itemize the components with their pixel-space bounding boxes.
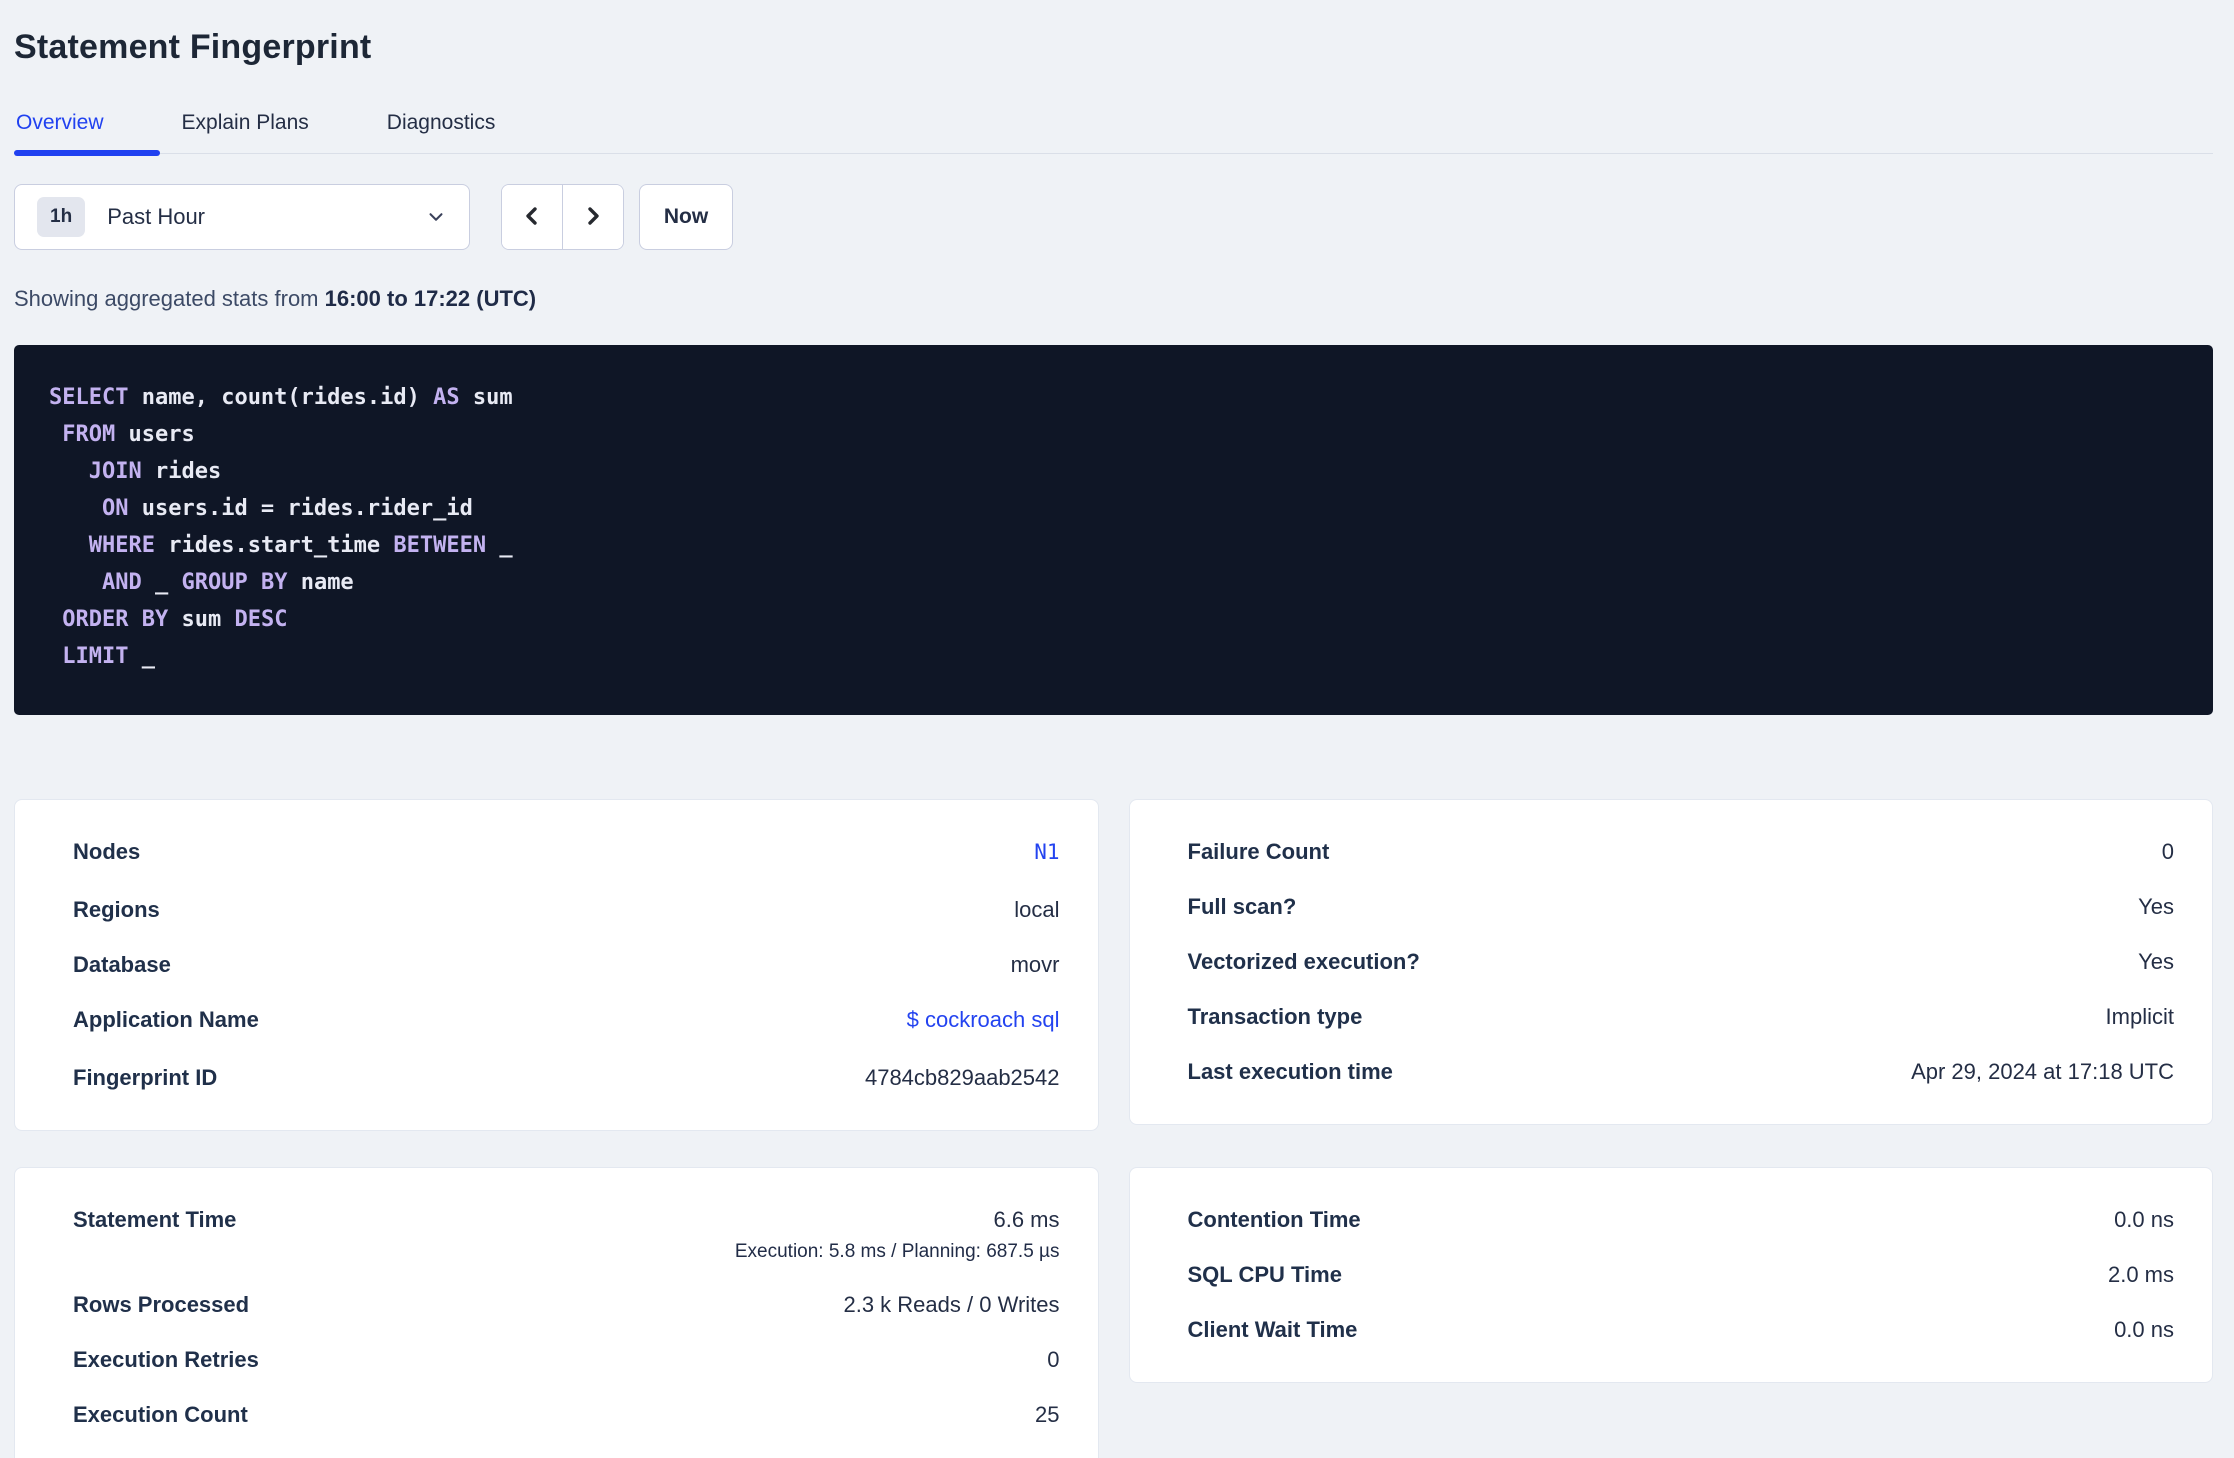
sql-line: FROM users — [62, 422, 195, 447]
summary-row: Full scan? Yes — [1188, 879, 2175, 934]
row-value: Apr 29, 2024 at 17:18 UTC — [1911, 1059, 2174, 1084]
time-step-buttons — [501, 184, 624, 250]
prev-time-button[interactable] — [502, 185, 563, 249]
row-label: Client Wait Time — [1187, 1317, 1358, 1342]
row-label: Execution Count — [73, 1402, 248, 1427]
summary-row: Fingerprint ID 4784cb829aab2542 — [73, 1050, 1060, 1105]
chevron-right-icon — [581, 202, 605, 233]
sql-line: JOIN rides — [88, 459, 222, 484]
sql-line: AND _ GROUP BY name — [101, 570, 354, 595]
next-time-button[interactable] — [563, 185, 623, 249]
row-label: Nodes — [73, 839, 141, 864]
row-value: 25 — [1035, 1402, 1060, 1427]
row-label: Transaction type — [1187, 1004, 1363, 1029]
time-controls: 1h Past Hour Now — [14, 184, 2213, 250]
row-value: 2.3 k Reads / 0 Writes — [843, 1292, 1060, 1317]
row-label: Fingerprint ID — [73, 1065, 218, 1090]
now-button[interactable]: Now — [639, 184, 733, 250]
time-range-dropdown[interactable]: 1h Past Hour — [14, 184, 470, 250]
row-value: 6.6 ms — [993, 1207, 1060, 1232]
row-value: local — [1014, 897, 1060, 922]
summary-row: Vectorized execution? Yes — [1188, 934, 2175, 989]
row-subvalue: Execution: 5.8 ms / Planning: 687.5 µs — [734, 1241, 1060, 1262]
row-value: Yes — [2138, 949, 2174, 974]
statement-fingerprint-page: Statement Fingerprint Overview Explain Pl… — [0, 0, 2234, 1458]
page-title: Statement Fingerprint — [14, 28, 372, 66]
summary-row: Contention Time 0.0 ns — [1188, 1192, 2175, 1247]
row-label: Regions — [73, 897, 160, 922]
stats-caption-prefix: Showing aggregated stats from — [14, 286, 325, 311]
row-label: Vectorized execution? — [1187, 949, 1420, 974]
summary-row: Application Name $ cockroach sql — [73, 992, 1060, 1050]
row-label: Execution Retries — [73, 1347, 259, 1372]
row-value: 0.0 ns — [2114, 1207, 2174, 1232]
sql-line: SELECT name, count(rides.id) AS sum — [49, 385, 513, 410]
summary-row: Last execution time Apr 29, 2024 at 17:18… — [1188, 1044, 2175, 1099]
row-label: Contention Time — [1187, 1207, 1361, 1232]
summary-row: Execution Count 25 — [73, 1387, 1060, 1442]
sql-line: ORDER BY sum DESC — [62, 607, 288, 632]
row-label: SQL CPU Time — [1187, 1262, 1342, 1287]
summary-row: Rows Processed 2.3 k Reads / 0 Writes — [73, 1277, 1060, 1332]
sql-line: ON users.id = rides.rider_id — [101, 496, 473, 521]
execution-attributes-card: Failure Count 0 Full scan? Yes Vectorized ex… — [1128, 799, 2213, 1125]
tab-overview[interactable]: Overview — [14, 103, 160, 156]
time-range-badge: 1h — [37, 197, 86, 237]
tab-bar: Overview Explain Plans Diagnostics — [14, 103, 2213, 156]
summary-row: Database movr — [73, 937, 1060, 992]
summary-row: Failure Count 0 — [1188, 824, 2175, 879]
summary-row: Nodes N1 — [73, 824, 1060, 882]
row-value: 0 — [2161, 839, 2174, 864]
summary-row: Execution Retries 0 — [73, 1332, 1060, 1387]
row-value: Yes — [2138, 894, 2174, 919]
summary-row: Client Wait Time 0.0 ns — [1188, 1302, 2175, 1357]
sql-line: WHERE rides.start_time BETWEEN _ — [88, 533, 513, 558]
summary-row: Transaction type Implicit — [1188, 989, 2175, 1044]
stats-caption-range: 16:00 to 17:22 (UTC) — [324, 286, 537, 311]
row-value: 4784cb829aab2542 — [864, 1065, 1060, 1090]
row-value-link[interactable]: $ cockroach sql — [907, 1007, 1060, 1032]
row-label: Statement Time — [73, 1207, 237, 1232]
overview-details-card: Nodes N1 Regions local Database movr Applicati… — [14, 799, 1099, 1131]
row-label: Failure Count — [1187, 839, 1330, 864]
tab-diagnostics[interactable]: Diagnostics — [385, 103, 552, 153]
row-value-link[interactable]: N1 — [1034, 840, 1059, 864]
stats-caption: Showing aggregated stats from 16:00 to 1… — [14, 286, 2213, 312]
sql-statement-box: SELECT name, count(rides.id) AS sum FROM… — [14, 345, 2213, 715]
row-label: Rows Processed — [73, 1292, 250, 1317]
row-value: 2.0 ms — [2107, 1262, 2174, 1287]
row-label: Application Name — [73, 1007, 259, 1032]
summary-cards: Nodes N1 Regions local Database movr Applicati… — [14, 799, 2213, 1458]
sql-line: LIMIT _ — [62, 644, 155, 669]
row-value: 0 — [1047, 1347, 1060, 1372]
row-value: movr — [1010, 952, 1060, 977]
summary-row: SQL CPU Time 2.0 ms — [1188, 1247, 2175, 1302]
row-label: Database — [73, 952, 171, 977]
chevron-left-icon — [520, 202, 544, 233]
statement-timing-card: Statement Time 6.6 ms Execution: 5.8 ms / … — [14, 1167, 1099, 1458]
chevron-down-icon — [425, 206, 447, 228]
time-range-label: Past Hour — [107, 204, 206, 229]
row-value: Implicit — [2105, 1004, 2174, 1029]
tab-explain-plans[interactable]: Explain Plans — [180, 103, 365, 153]
summary-row: Statement Time 6.6 ms Execution: 5.8 ms / … — [73, 1192, 1060, 1277]
row-label: Last execution time — [1187, 1059, 1393, 1084]
summary-row: Regions local — [73, 882, 1060, 937]
wait-timing-card: Contention Time 0.0 ns SQL CPU Time 2.0 ms C… — [1128, 1167, 2213, 1383]
row-value: 0.0 ns — [2114, 1317, 2174, 1342]
row-label: Full scan? — [1187, 894, 1297, 919]
